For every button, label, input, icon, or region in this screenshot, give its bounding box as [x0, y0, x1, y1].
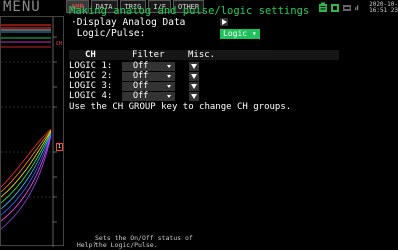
dropdown-arrow-icon	[191, 84, 197, 89]
dropdown-arrow-icon	[191, 74, 197, 79]
logic-pulse-label: Logic/Pulse:	[71, 28, 146, 39]
row-label: LOGIC 4:	[69, 91, 113, 101]
signal-icon	[355, 5, 359, 11]
clock-time: 16:51 23	[369, 6, 398, 14]
filter-select[interactable]: Off	[122, 82, 175, 91]
table-row: LOGIC 1: Off	[69, 61, 339, 71]
channel-tag-top: CH	[56, 41, 63, 47]
row-label: LOGIC 3:	[69, 81, 113, 91]
logic-pulse-select[interactable]: Logic ▾	[220, 29, 260, 39]
table-header: CH Filter Misc.	[69, 50, 339, 60]
misc-select[interactable]	[189, 92, 199, 101]
memory-icon	[331, 4, 339, 12]
filter-select[interactable]: Off	[122, 72, 175, 81]
filter-value: Off	[133, 61, 149, 71]
filter-select[interactable]: Off	[122, 62, 175, 71]
misc-select[interactable]	[189, 82, 199, 91]
menu-label[interactable]: MENU	[0, 0, 66, 15]
usb-icon	[343, 5, 351, 11]
dropdown-arrow-icon	[167, 85, 171, 88]
row-label: LOGIC 2:	[69, 71, 113, 81]
display-analog-label: ·Display Analog Data	[71, 17, 186, 28]
table-row: LOGIC 2: Off	[69, 71, 339, 81]
misc-select[interactable]	[189, 72, 199, 81]
dropdown-arrow-icon	[191, 94, 197, 99]
battery-icon	[319, 2, 327, 12]
filter-select[interactable]: Off	[122, 92, 175, 101]
table-row: LOGIC 4: Off	[69, 91, 339, 101]
help-prefix: Help?	[76, 241, 97, 249]
clock: 2020-10- 16:51 23	[362, 1, 398, 14]
channel-tag-marker: 1	[56, 143, 64, 151]
dropdown-arrow-icon	[167, 65, 171, 68]
hint-text: Use the CH GROUP key to change CH groups…	[69, 102, 292, 112]
display-analog-button[interactable]	[220, 18, 228, 26]
column-header-ch: CH	[85, 50, 96, 60]
status-area: 2020-10- 16:51 23	[318, 0, 398, 15]
misc-select[interactable]	[189, 62, 199, 71]
filter-value: Off	[133, 81, 149, 91]
page-title: Making analog and pulse/logic settings	[69, 5, 310, 17]
dropdown-arrow-icon	[167, 75, 171, 78]
waveform-traces	[1, 17, 57, 247]
row-label: LOGIC 1:	[69, 61, 113, 71]
help-bar: Help? Sets the On/Off status of the Logi…	[69, 235, 193, 250]
column-header-filter: Filter	[132, 50, 165, 60]
table-row: LOGIC 3: Off	[69, 81, 339, 91]
column-header-misc: Misc.	[188, 50, 216, 60]
dropdown-arrow-icon	[191, 64, 197, 69]
dropdown-arrow-icon	[167, 95, 171, 98]
waveform-panel: CH 1	[0, 16, 64, 247]
filter-value: Off	[133, 91, 149, 101]
help-text: Sets the On/Off status of the Logic/Puls…	[95, 234, 193, 249]
filter-value: Off	[133, 71, 149, 81]
